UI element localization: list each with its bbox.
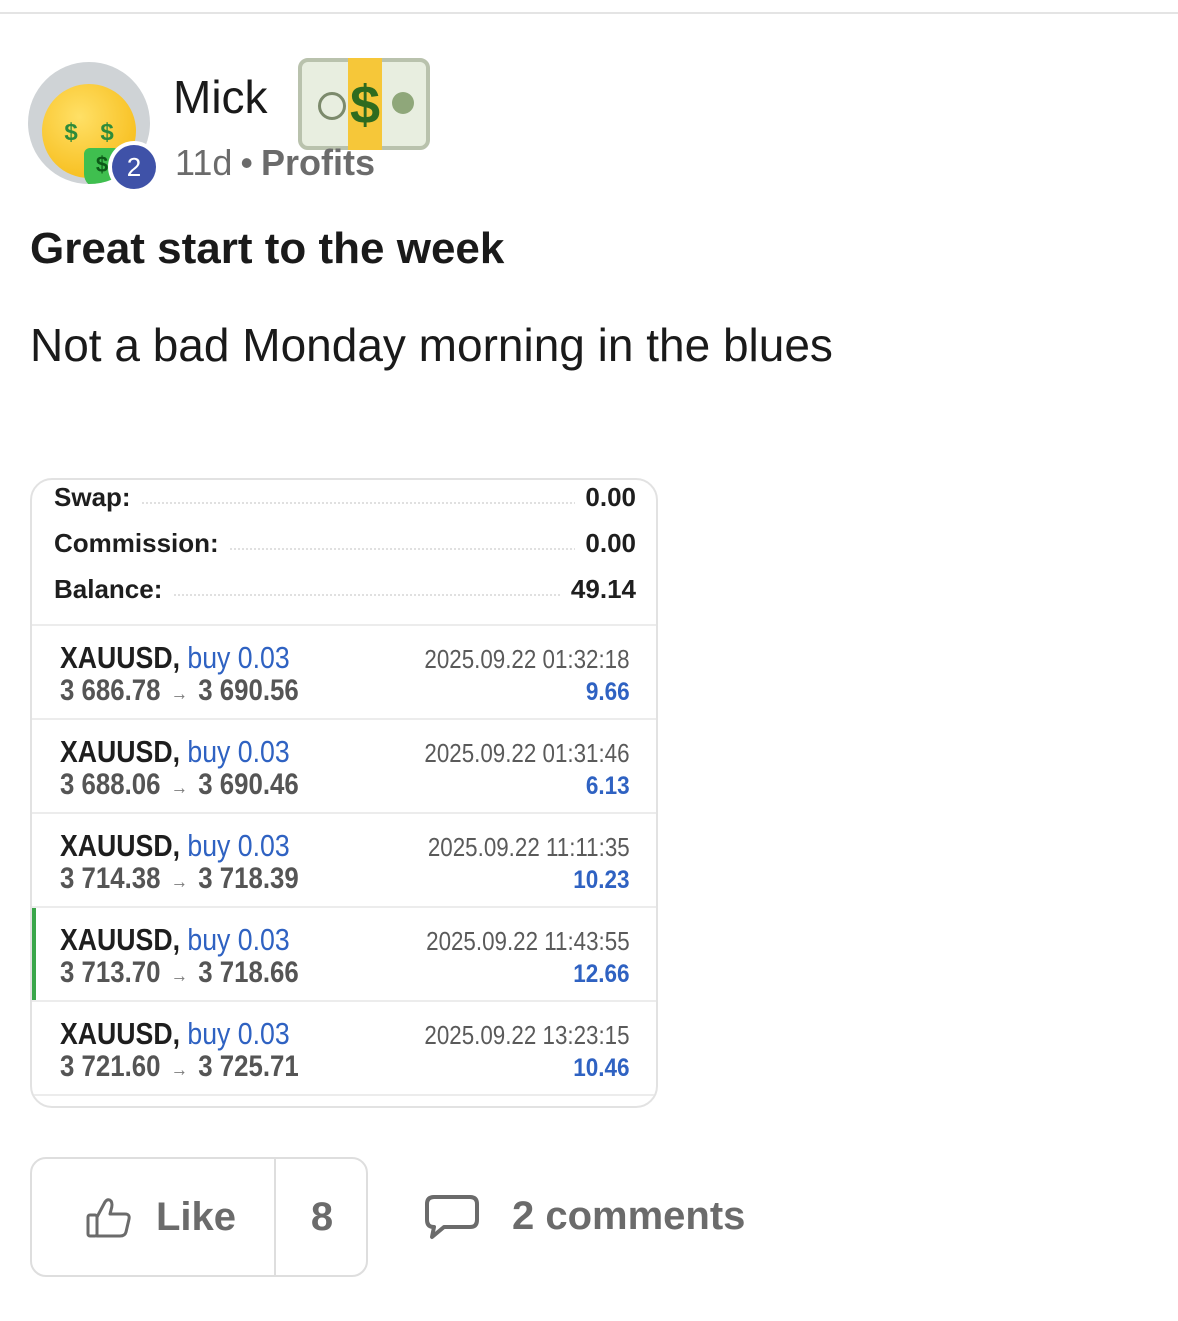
level-badge: 2 <box>108 141 160 193</box>
thumbs-up-icon <box>86 1198 131 1238</box>
arrow-right-icon: → <box>170 965 188 987</box>
trade-open-price: 3 688.06 <box>60 768 161 801</box>
summary-label: Balance: <box>54 574 173 605</box>
divider <box>32 1094 656 1096</box>
post-category[interactable]: Profits <box>261 142 375 183</box>
trade-row: XAUUSD, buy 0.03 3 686.78 → 3 690.56 2025.… <box>32 626 656 718</box>
summary-row-swap: Swap: 0.00 <box>54 482 636 516</box>
trade-row: XAUUSD, buy 0.03 3 688.06 → 3 690.46 2025.… <box>32 720 656 812</box>
summary-label: Commission: <box>54 528 229 559</box>
selected-marker <box>32 908 36 1000</box>
top-divider <box>0 12 1178 14</box>
like-control: Like 8 <box>30 1157 368 1277</box>
trade-profit: 10.46 <box>573 1054 630 1082</box>
trade-time: 2025.09.22 01:32:18 <box>424 644 630 674</box>
trade-screenshot[interactable]: Swap: 0.00 Commission: 0.00 Balance: 49.… <box>30 478 658 1108</box>
trade-open-price: 3 721.60 <box>60 1050 161 1083</box>
trade-row-selected: XAUUSD, buy 0.03 3 713.70 → 3 718.66 2025.… <box>32 908 656 1000</box>
trade-profit: 10.23 <box>573 866 630 894</box>
post-title: Great start to the week <box>30 224 505 273</box>
trade-symbol: XAUUSD, <box>60 922 180 957</box>
trade-symbol: XAUUSD, <box>60 1016 180 1051</box>
trade-time: 2025.09.22 13:23:15 <box>424 1020 630 1050</box>
trade-time: 2025.09.22 11:43:55 <box>426 926 630 956</box>
arrow-right-icon: → <box>170 1059 188 1081</box>
trade-type: buy 0.03 <box>187 1016 290 1051</box>
summary-row-balance: Balance: 49.14 <box>54 574 636 608</box>
like-button[interactable]: Like <box>32 1159 274 1275</box>
trade-row: XAUUSD, buy 0.03 3 714.38 → 3 718.39 2025.… <box>32 814 656 906</box>
trade-profit: 6.13 <box>586 772 630 800</box>
trade-type: buy 0.03 <box>187 922 290 957</box>
trade-close-price: 3 725.71 <box>198 1050 299 1083</box>
summary-value: 0.00 <box>575 528 636 559</box>
arrow-right-icon: → <box>170 777 188 799</box>
trade-symbol: XAUUSD, <box>60 828 180 863</box>
arrow-right-icon: → <box>170 683 188 705</box>
post-meta: 11d • Profits <box>175 142 375 184</box>
trade-open-price: 3 713.70 <box>60 956 161 989</box>
trade-symbol: XAUUSD, <box>60 734 180 769</box>
trade-time: 2025.09.22 11:11:35 <box>428 832 630 862</box>
dollar-banknote-icon: $ <box>298 58 430 150</box>
trade-close-price: 3 690.56 <box>198 674 299 707</box>
comment-bubble-icon <box>425 1195 479 1239</box>
trade-close-price: 3 718.39 <box>198 862 299 895</box>
trade-profit: 12.66 <box>573 960 630 988</box>
trade-type: buy 0.03 <box>187 734 290 769</box>
summary-label: Swap: <box>54 482 141 513</box>
comments-label: 2 comments <box>512 1194 746 1238</box>
post-body: Not a bad Monday morning in the blues <box>30 319 833 371</box>
trade-time: 2025.09.22 01:31:46 <box>424 738 630 768</box>
meta-separator: • <box>240 142 254 183</box>
like-label: Like <box>156 1195 237 1239</box>
trade-open-price: 3 714.38 <box>60 862 161 895</box>
trade-type: buy 0.03 <box>187 640 290 675</box>
trade-symbol: XAUUSD, <box>60 640 180 675</box>
arrow-right-icon: → <box>170 871 188 893</box>
like-count[interactable]: 8 <box>276 1195 368 1240</box>
trade-row: XAUUSD, buy 0.03 3 721.60 → 3 725.71 2025.… <box>32 1002 656 1094</box>
trade-open-price: 3 686.78 <box>60 674 161 707</box>
trade-close-price: 3 718.66 <box>198 956 299 989</box>
summary-row-commission: Commission: 0.00 <box>54 528 636 562</box>
trade-close-price: 3 690.46 <box>198 768 299 801</box>
trade-type: buy 0.03 <box>187 828 290 863</box>
summary-value: 0.00 <box>575 482 636 513</box>
author-name-start: Mick <box>173 71 268 123</box>
summary-value: 49.14 <box>560 574 636 605</box>
trade-profit: 9.66 <box>586 678 630 706</box>
post-time: 11d <box>175 142 233 183</box>
level-badge-number: 2 <box>112 145 156 189</box>
